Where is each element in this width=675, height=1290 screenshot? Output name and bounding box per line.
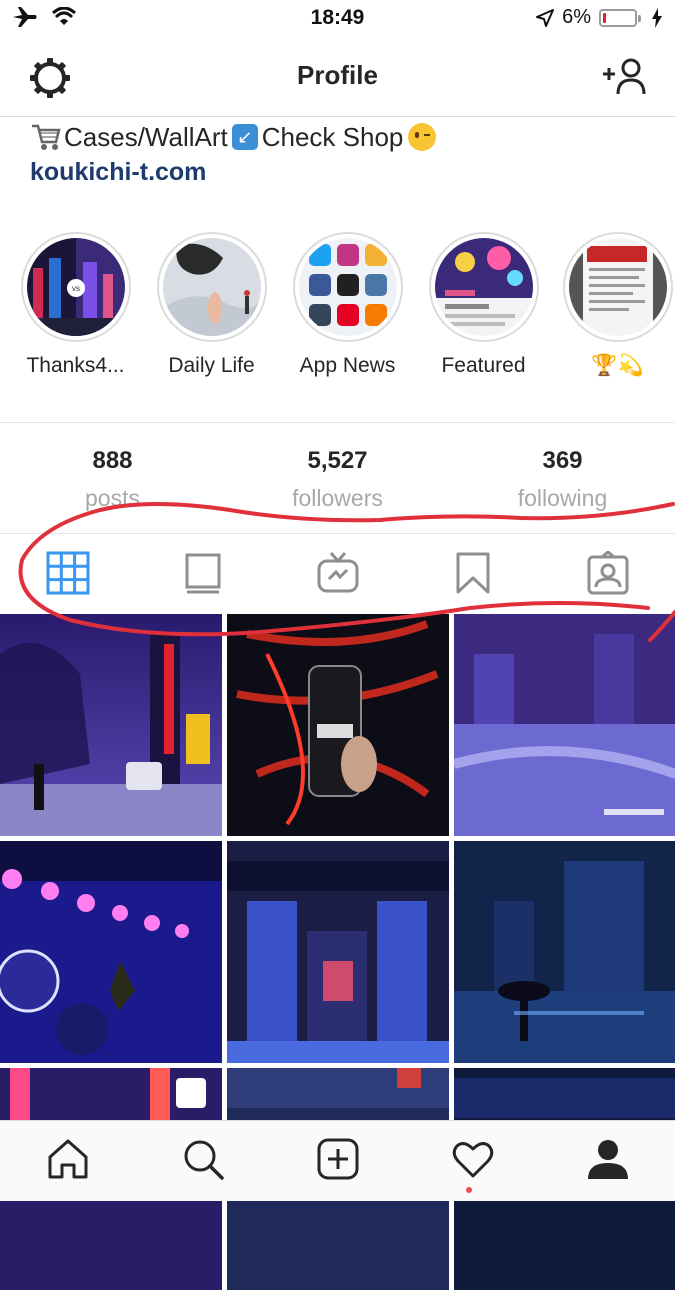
tagged-user-icon	[587, 551, 628, 595]
bio-text-part-1: Cases/WallArt	[64, 121, 228, 152]
highlight-item[interactable]: Featured	[416, 228, 551, 378]
bio-text: Cases/WallArt ↙ Check Shop	[30, 120, 437, 154]
add-user-icon	[603, 58, 646, 95]
post-thumbnail[interactable]	[454, 614, 675, 836]
activity-heart-icon	[452, 1142, 493, 1178]
highlight-ring	[428, 232, 539, 342]
notification-dot	[466, 1187, 472, 1193]
tab-grid[interactable]	[0, 551, 135, 595]
page-title: Profile	[297, 60, 378, 90]
story-highlights: vs Thanks4... Daily Life App News Featur…	[0, 228, 675, 388]
location-arrow-icon	[536, 8, 555, 27]
post-thumbnail[interactable]	[227, 614, 449, 836]
profile-view-tabs	[0, 533, 675, 613]
arrow-down-left-emoji: ↙	[231, 124, 258, 150]
winking-face-emoji	[408, 123, 437, 151]
post-thumbnail[interactable]	[0, 614, 222, 836]
highlight-ring	[156, 232, 267, 342]
add-user-button[interactable]	[601, 56, 647, 101]
nav-search[interactable]	[135, 1137, 270, 1181]
nav-profile[interactable]	[540, 1137, 675, 1181]
highlight-item[interactable]: vs Thanks4...	[8, 228, 143, 378]
highlight-cover-image	[298, 238, 397, 336]
stat-label: followers	[292, 485, 383, 511]
highlight-label: Featured	[441, 354, 526, 377]
status-bar: 18:49 6%	[0, 0, 675, 38]
profile-stats: 888 posts 5,527 followers 369 following	[0, 422, 675, 534]
highlight-cover-image	[568, 238, 667, 336]
highlight-label: Thanks4...	[26, 354, 125, 377]
bio-text-part-2: Check Shop	[261, 121, 404, 152]
highlight-cover-image	[162, 238, 261, 336]
nav-new-post[interactable]	[270, 1137, 405, 1181]
bottom-navigation	[0, 1120, 675, 1201]
highlight-ring: vs	[20, 232, 131, 342]
bio-website-link[interactable]: koukichi-t.com	[30, 158, 436, 187]
nav-activity[interactable]	[405, 1137, 540, 1181]
highlight-label: Daily Life	[168, 354, 255, 377]
stat-label: posts	[85, 485, 140, 511]
stat-value: 369	[542, 447, 583, 474]
highlight-ring	[562, 232, 673, 342]
highlight-label: App News	[299, 354, 396, 377]
igtv-icon	[317, 552, 358, 593]
highlight-item[interactable]: App News	[280, 228, 415, 378]
svg-text:vs: vs	[72, 284, 80, 293]
tab-saved[interactable]	[405, 551, 540, 595]
tab-tagged[interactable]	[540, 551, 675, 595]
highlight-item[interactable]: 🏆💫	[550, 228, 675, 378]
battery-level-fill	[603, 12, 606, 23]
stat-posts[interactable]: 888 posts	[0, 447, 225, 512]
stat-value: 5,527	[307, 447, 368, 474]
feed-list-icon	[185, 553, 220, 594]
stat-followers[interactable]: 5,527 followers	[225, 447, 450, 512]
bookmark-icon	[456, 552, 489, 594]
profile-header: Profile	[0, 38, 675, 117]
tab-igtv[interactable]	[270, 551, 405, 595]
highlight-label: 🏆💫	[591, 354, 644, 377]
nav-home[interactable]	[0, 1137, 135, 1181]
profile-icon	[587, 1140, 628, 1179]
grid-icon	[46, 551, 89, 595]
new-post-icon	[317, 1138, 358, 1180]
search-icon	[184, 1140, 224, 1180]
tab-feed[interactable]	[135, 551, 270, 595]
post-thumbnail[interactable]	[454, 841, 675, 1063]
profile-bio: Cases/WallArt ↙ Check Shop koukichi-t.co…	[30, 120, 437, 187]
highlight-ring	[292, 232, 403, 342]
stat-following[interactable]: 369 following	[450, 447, 675, 512]
highlight-cover-image	[434, 238, 533, 336]
charging-bolt-icon	[652, 7, 662, 28]
stat-value: 888	[92, 447, 133, 474]
post-thumbnail[interactable]	[0, 841, 222, 1063]
battery-icon	[599, 8, 641, 27]
shopping-cart-emoji	[32, 124, 61, 150]
home-icon	[48, 1139, 87, 1179]
highlight-item[interactable]: Daily Life	[144, 228, 279, 378]
stat-label: following	[517, 485, 608, 511]
highlight-cover-image: vs	[26, 238, 125, 336]
post-thumbnail[interactable]	[227, 841, 449, 1063]
battery-percent: 6%	[562, 6, 591, 28]
